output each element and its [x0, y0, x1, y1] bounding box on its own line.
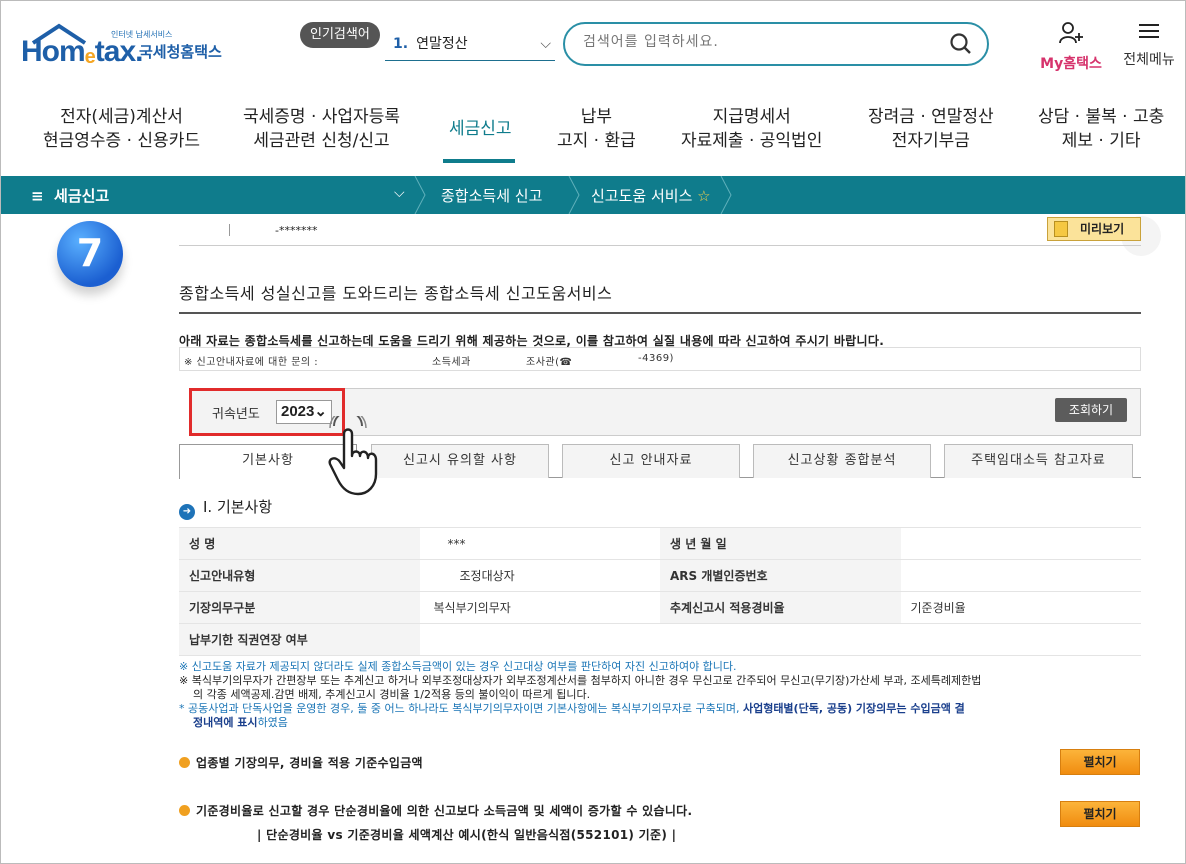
submenu-toggle[interactable]: ≡ 세금신고 — [31, 185, 109, 206]
tab-bar: 기본사항 신고시 유의할 사항 신고 안내자료 신고상황 종합분석 주택임대소득… — [179, 444, 1141, 479]
breadcrumb-bar: ≡ 세금신고 ⌵ 종합소득세 신고 신고도움 서비스 ☆ — [1, 176, 1185, 214]
table-cell — [900, 527, 1141, 560]
expand-button[interactable]: 펼치기 — [1060, 749, 1140, 775]
main-navigation: 전자(세금)계산서 현금영수증 · 신용카드 국세증명 · 사업자등록 세금관련 신… — [1, 95, 1185, 175]
note-2: ※ 복식부기의무자가 간편장부 또는 추계신고 하거나 외부조정대상자가 외부조… — [179, 674, 982, 701]
table-header-cell: ARS 개별인증번호 — [660, 559, 901, 592]
accordion-expense-rate[interactable]: 기준경비율로 신고할 경우 단순경비율에 의한 신고보다 소득금액 및 세액이 … — [179, 802, 692, 819]
note-1: ※ 신고도움 자료가 제공되지 않더라도 실제 종합소득금액이 있는 경우 신고… — [179, 660, 737, 673]
divider — [229, 224, 230, 236]
inquiry-phone: -4369) — [638, 353, 674, 364]
tab-status-analysis[interactable]: 신고상황 종합분석 — [753, 444, 931, 478]
logo-wordmark: Hometax. — [21, 35, 143, 68]
all-menu-button[interactable]: 전체메뉴 — [1119, 21, 1179, 69]
table-row: 성 명 *** 생 년 월 일 — [179, 527, 1141, 560]
pointer-hand-icon — [328, 416, 378, 496]
notes: ※ 신고도움 자료가 제공되지 않더라도 실제 종합소득금액이 있는 경우 신고… — [179, 660, 1141, 730]
search-input[interactable] — [583, 34, 923, 50]
bullet-icon — [179, 805, 190, 816]
inquiry-box: ※ 신고안내자료에 대한 문의 : 소득세과 조사관(☎ -4369) — [179, 347, 1141, 371]
highlight-box — [189, 388, 345, 436]
title-divider — [179, 312, 1141, 314]
table-cell: 기준경비율 — [900, 591, 1141, 624]
nav-payment[interactable]: 납부 고지 · 환급 — [557, 105, 636, 153]
nav-payment-statement[interactable]: 지급명세서 자료제출 · 공익법인 — [681, 105, 822, 153]
table-header-cell: 추계신고시 적용경비율 — [660, 591, 901, 624]
table-header-cell: 신고안내유형 — [179, 559, 420, 592]
query-button[interactable]: 조회하기 — [1055, 398, 1127, 422]
nav-incentives[interactable]: 장려금 · 연말정산 전자기부금 — [868, 105, 994, 153]
table-cell: 조정대상자 — [419, 559, 660, 592]
breadcrumb-income-tax[interactable]: 종합소득세 신고 — [441, 185, 542, 206]
user-icon — [1059, 22, 1083, 44]
popular-term: 연말정산 — [416, 36, 468, 52]
search-icon[interactable] — [949, 32, 973, 56]
table-header-cell: 성 명 — [179, 527, 420, 560]
breadcrumb-separator — [568, 176, 580, 214]
section-title: ➜ Ⅰ. 기본사항 — [179, 496, 272, 520]
chevron-down-icon[interactable]: ⌵ — [394, 185, 405, 201]
hamburger-icon — [1139, 24, 1159, 38]
logo-korean: 국세청홈택스 — [139, 43, 222, 61]
breadcrumb-separator — [414, 176, 426, 214]
my-hometax-link[interactable]: My홈택스 — [1036, 21, 1106, 73]
page-title: 종합소득세 성실신고를 도와드리는 종합소득세 신고도움서비스 — [179, 284, 613, 303]
popular-search-select[interactable]: 1. 연말정산 ⌵ — [385, 29, 555, 61]
my-hometax-label: My홈택스 — [1040, 56, 1102, 72]
breadcrumb-separator — [720, 176, 732, 214]
table-header-cell: 납부기한 직권연장 여부 — [179, 623, 420, 656]
hometax-logo[interactable]: 인터넷 납세서비스 Hometax. 국세청홈택스 — [21, 21, 241, 73]
page-frame: 인터넷 납세서비스 Hometax. 국세청홈택스 인기검색어 1. 연말정산 ⌵… — [0, 0, 1186, 864]
tab-guide-data[interactable]: 신고 안내자료 — [562, 444, 740, 478]
list-icon: ≡ — [31, 187, 44, 205]
table-cell: 복식부기의무자 — [419, 591, 660, 624]
breadcrumb-help-service[interactable]: 신고도움 서비스 ☆ — [591, 185, 711, 206]
expand-button[interactable]: 펼치기 — [1060, 801, 1140, 827]
note-3: * 공동사업과 단독사업을 운영한 경우, 둘 중 어느 하나라도 복식부기의무… — [179, 702, 965, 729]
user-info-row: -******* 미리보기 — [179, 216, 1141, 246]
bullet-icon — [179, 757, 190, 768]
all-menu-label: 전체메뉴 — [1123, 52, 1175, 68]
tab-rental-income[interactable]: 주택임대소득 참고자료 — [944, 444, 1133, 478]
nav-certificates[interactable]: 국세증명 · 사업자등록 세금관련 신청/신고 — [243, 105, 400, 153]
arrow-right-icon: ➜ — [179, 504, 195, 520]
table-cell — [900, 559, 1141, 592]
basic-info-table: 성 명 *** 생 년 월 일 신고안내유형 조정대상자 ARS 개별인증번호 … — [179, 527, 1141, 656]
preview-button[interactable]: 미리보기 — [1047, 217, 1141, 241]
accordion-business-standard[interactable]: 업종별 기장의무, 경비율 적용 기준수입금액 — [179, 754, 423, 771]
active-nav-underline — [443, 159, 515, 163]
chevron-down-icon: ⌵ — [540, 36, 551, 52]
header: 인터넷 납세서비스 Hometax. 국세청홈택스 인기검색어 1. 연말정산 ⌵… — [1, 1, 1185, 91]
document-icon — [1054, 221, 1068, 237]
table-cell: *** — [419, 527, 660, 560]
nav-etax-invoice[interactable]: 전자(세금)계산서 현금영수증 · 신용카드 — [43, 105, 200, 153]
table-cell — [419, 623, 1141, 656]
popular-search-badge: 인기검색어 — [300, 22, 380, 48]
inquiry-officer: 조사관(☎ — [526, 357, 573, 368]
inquiry-dept: 소득세과 — [432, 357, 471, 368]
example-caption: | 단순경비율 vs 기준경비율 세액계산 예시(한식 일반음식점(552101… — [257, 828, 677, 842]
table-row: 납부기한 직권연장 여부 — [179, 623, 1141, 656]
table-row: 신고안내유형 조정대상자 ARS 개별인증번호 — [179, 559, 1141, 592]
inquiry-label: ※ 신고안내자료에 대한 문의 : — [184, 357, 319, 368]
table-row: 기장의무구분 복식부기의무자 추계신고시 적용경비율 기준경비율 — [179, 591, 1141, 624]
search-box — [563, 22, 989, 66]
nav-tax-filing[interactable]: 세금신고 — [449, 117, 512, 141]
table-header-cell: 생 년 월 일 — [660, 527, 901, 560]
step-badge: 7 — [57, 221, 123, 287]
nav-consultation[interactable]: 상담 · 불복 · 고충 제보 · 기타 — [1038, 105, 1164, 153]
star-icon[interactable]: ☆ — [697, 187, 710, 205]
table-header-cell: 기장의무구분 — [179, 591, 420, 624]
popular-rank: 1. — [393, 36, 409, 52]
masked-id: -******* — [275, 224, 318, 237]
